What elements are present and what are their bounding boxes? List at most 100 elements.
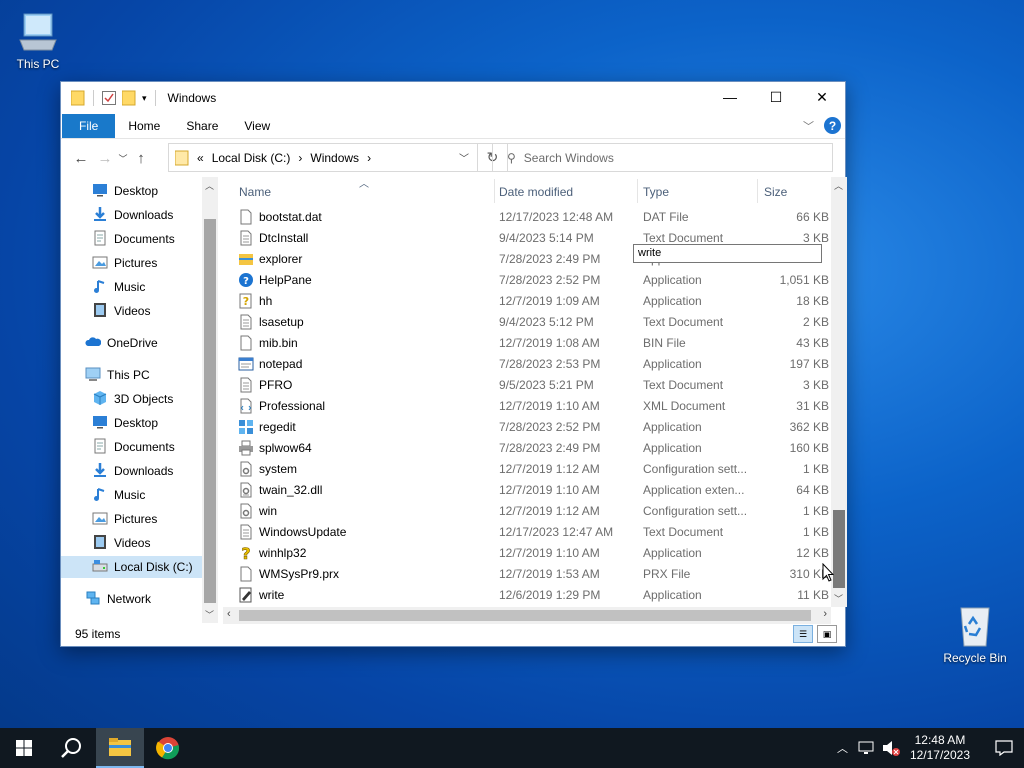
file-explorer-taskbar-button[interactable] [96,728,144,768]
scroll-left-arrow[interactable]: ‹ [227,608,231,620]
nav-item-network[interactable]: Network [85,588,151,610]
chrome-taskbar-button[interactable] [144,728,192,768]
large-icons-view-button[interactable]: ▣ [817,625,837,643]
file-list-scrollbar[interactable]: ︿ ﹀ [831,177,847,607]
scroll-right-arrow[interactable]: › [823,608,827,620]
nav-item-this-pc[interactable]: This PC [85,364,150,386]
scroll-down-arrow[interactable]: ﹀ [205,608,214,621]
details-view-button[interactable]: ☰ [793,625,813,643]
file-row[interactable]: WindowsUpdate 12/17/2023 12:47 AM Text Doc… [223,521,831,542]
tab-file[interactable]: File [62,114,116,138]
maximize-button[interactable]: ☐ [753,82,799,112]
address-dropdown-icon[interactable]: ﹀ [459,150,469,165]
up-button[interactable]: ↑ [129,150,153,167]
nav-item-downloads[interactable]: Downloads [92,460,173,482]
column-divider[interactable] [494,179,495,203]
scroll-up-arrow[interactable]: ︿ [205,179,214,192]
minimize-button[interactable]: — [707,82,753,112]
nav-item-local-disk-c-[interactable]: Local Disk (C:) [61,556,202,578]
breadcrumb-overflow[interactable]: « [197,151,204,165]
nav-item-label: Documents [114,440,175,454]
file-row[interactable]: ? hh 12/7/2019 1:09 AM Application 18 KB [223,290,831,311]
scroll-down-arrow[interactable]: ﹀ [834,592,843,605]
column-divider[interactable] [637,179,638,203]
file-row[interactable]: bootstat.dat 12/17/2023 12:48 AM DAT File 6… [223,206,831,227]
file-date: 9/5/2023 5:21 PM [499,378,594,392]
column-divider[interactable] [757,179,758,203]
file-size: 197 KB [789,357,829,371]
nav-item-3d-objects[interactable]: 3D Objects [92,388,173,410]
file-row[interactable]: mib.bin 12/7/2019 1:08 AM BIN File 43 KB [223,332,831,353]
file-row[interactable]: win 12/7/2019 1:12 AM Configuration sett..… [223,500,831,521]
nav-item-documents[interactable]: Documents [92,436,175,458]
tab-view[interactable]: View [231,114,283,138]
title-bar[interactable]: ▾ Windows — ☐ ✕ [61,82,845,114]
breadcrumb-windows[interactable]: Windows [310,151,359,165]
network-icon[interactable] [858,741,874,755]
nav-item-music[interactable]: Music [92,484,145,506]
clock[interactable]: 12:48 AM 12/17/2023 [910,733,970,763]
file-row[interactable]: system 12/7/2019 1:12 AM Configuration set… [223,458,831,479]
help-icon[interactable]: ? [824,117,841,134]
nav-item-videos[interactable]: Videos [92,532,150,554]
horizontal-scroll-thumb[interactable] [239,610,811,621]
file-row[interactable]: write 12/6/2019 1:29 PM Application 11 KB [223,584,831,605]
file-list-scroll-thumb[interactable] [833,510,845,588]
nav-item-onedrive[interactable]: OneDrive [85,332,158,354]
file-row[interactable]: notepad 7/28/2023 2:53 PM Application 197 K… [223,353,831,374]
tab-share[interactable]: Share [173,114,231,138]
nav-item-pictures[interactable]: Pictures📌 [92,252,218,274]
show-hidden-icons-icon[interactable]: ︿ [837,740,848,756]
nav-item-label: 3D Objects [114,392,174,406]
column-date-modified[interactable]: Date modified [499,185,573,199]
start-button[interactable] [0,728,48,768]
file-size: 362 KB [789,420,829,434]
file-row[interactable]: twain_32.dll 12/7/2019 1:10 AM Application… [223,479,831,500]
search-input[interactable]: Search Windows [524,151,614,165]
nav-item-music[interactable]: Music [92,276,145,298]
file-row[interactable]: lsasetup 9/4/2023 5:12 PM Text Document 2 K… [223,311,831,332]
search-box[interactable]: ⚲ Search Windows [492,143,833,172]
expand-ribbon-icon[interactable]: ﹀ [803,118,814,134]
search-taskbar-button[interactable] [48,728,96,768]
file-row[interactable]: Professional 12/7/2019 1:10 AM XML Documen… [223,395,831,416]
recent-locations-icon[interactable]: ﹀ [117,152,129,165]
nav-item-pictures[interactable]: Pictures [92,508,157,530]
file-row[interactable]: WMSysPr9.prx 12/7/2019 1:53 AM PRX File 310… [223,563,831,584]
column-size[interactable]: Size [764,185,787,199]
file-date: 12/7/2019 1:08 AM [499,336,600,350]
address-bar[interactable]: « Local Disk (C:) › Windows › ﹀ ↻ [168,143,508,172]
file-row[interactable]: regedit 7/28/2023 2:52 PM Application 362 K… [223,416,831,437]
back-button[interactable]: ← [69,150,93,167]
recycle-bin-icon [960,607,990,647]
file-row[interactable]: ? HelpPane 7/28/2023 2:52 PM Application 1,0… [223,269,831,290]
column-type[interactable]: Type [643,185,669,199]
nav-item-videos[interactable]: Videos [92,300,150,322]
desktop-this-pc[interactable]: This PC [0,10,76,71]
nav-item-desktop[interactable]: Desktop📌 [92,180,218,202]
action-center-button[interactable] [984,728,1024,768]
file-type: DAT File [643,210,689,224]
file-row[interactable]: PFRO 9/5/2023 5:21 PM Text Document 3 KB [223,374,831,395]
breadcrumb-separator[interactable]: › [298,151,302,165]
forward-button[interactable]: → [93,150,117,167]
breadcrumb-local-disk[interactable]: Local Disk (C:) [212,151,291,165]
close-button[interactable]: ✕ [799,82,845,112]
file-row[interactable]: ? winhlp32 12/7/2019 1:10 AM Application 12 … [223,542,831,564]
properties-icon[interactable] [102,91,116,105]
nav-scrollbar[interactable]: ︿ ﹀ [202,177,218,623]
new-folder-icon[interactable] [122,90,136,106]
volume-muted-icon[interactable] [882,740,900,756]
breadcrumb-separator[interactable]: › [367,151,371,165]
customize-quick-access-icon[interactable]: ▾ [142,93,147,104]
desktop-recycle-bin[interactable]: Recycle Bin [937,602,1013,665]
column-name[interactable]: Name [239,185,271,199]
nav-scroll-thumb[interactable] [204,219,216,603]
nav-item-documents[interactable]: Documents📌 [92,228,218,250]
nav-item-downloads[interactable]: Downloads📌 [92,204,218,226]
scroll-up-arrow[interactable]: ︿ [834,179,843,192]
nav-item-desktop[interactable]: Desktop [92,412,158,434]
tab-home[interactable]: Home [115,114,173,138]
file-row[interactable]: splwow64 7/28/2023 2:49 PM Application 160 … [223,437,831,458]
help-question-icon: ? [238,544,254,564]
